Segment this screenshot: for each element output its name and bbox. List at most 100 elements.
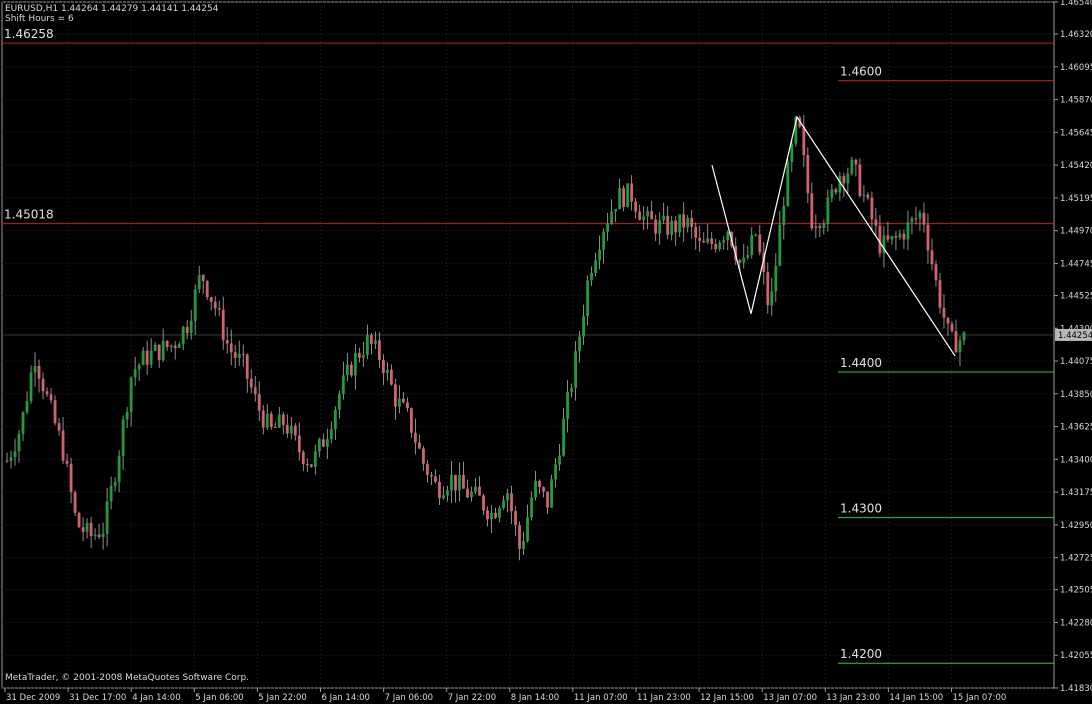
candle-body [594,260,598,273]
x-tick-label: 31 Dec 17:00 [69,693,126,703]
candle-body [177,344,181,348]
candle-body [73,492,77,513]
candle-body [438,481,441,499]
y-tick-label: 1.46320 [1060,30,1092,40]
candle-body [145,350,149,365]
candle-body [530,497,533,518]
x-tick-label: 4 Jan 14:00 [132,693,180,703]
candle-body [341,375,345,395]
candle-body [446,490,449,496]
candle-body [313,451,317,467]
candle-body [658,220,662,234]
candle-body [213,301,217,309]
candle-body [426,463,429,475]
candle-body [77,512,81,528]
candle-body [786,162,790,206]
candle-body [357,352,361,358]
price-line-label: 1.4300 [840,502,882,516]
x-tick-label: 5 Jan 06:00 [195,693,243,703]
candle-body [522,540,525,549]
candle-body [518,525,521,549]
y-tick-label: 1.41830 [1060,684,1092,694]
candle-body [490,512,493,520]
candle-body [373,340,377,345]
candle-body [622,188,626,208]
y-tick-label: 1.44970 [1060,227,1092,237]
x-tick-label: 11 Jan 07:00 [574,693,628,703]
x-tick-label: 31 Dec 2009 [6,693,60,703]
candle-body [293,425,297,436]
candle-body [874,219,878,226]
candle-body [950,323,954,332]
candle-body [305,464,309,466]
candle-body [678,214,682,233]
candle-body [398,398,401,407]
candle-body [89,522,93,537]
candle-body [17,433,21,452]
candle-body [430,474,433,477]
candle-body [442,495,445,499]
candle-body [165,340,169,348]
price-line-label: 1.4200 [840,647,882,661]
candle-body [702,240,706,243]
candle-body [365,334,369,356]
candle-body [93,534,97,537]
candle-body [209,297,213,302]
candle-body [546,491,549,508]
y-tick-label: 1.43625 [1060,423,1092,433]
candle-body [930,250,934,265]
x-tick-label: 8 Jan 14:00 [511,693,559,703]
candle-body [782,205,786,226]
candle-body [742,257,746,263]
candle-body [189,321,193,334]
y-tick-label: 1.44525 [1060,291,1092,301]
candle-body [718,242,722,250]
candle-body [706,238,710,243]
candle-body [634,201,638,212]
copyright-label: MetaTrader, © 2001-2008 MetaQuotes Softw… [5,673,250,683]
candle-body [774,265,778,292]
candle-body [173,345,177,348]
candle-body [910,218,914,223]
candle-body [866,194,870,198]
candlestick-series [5,114,966,561]
candle-body [125,412,129,420]
candle-body [938,280,942,308]
candle-body [686,217,690,228]
candle-body [25,401,29,413]
candle-body [562,418,565,456]
candle-body [69,463,73,493]
candle-body [37,365,41,379]
candle-body [886,235,890,240]
candle-body [618,188,622,210]
candle-body [458,474,461,491]
y-tick-label: 1.44075 [1060,357,1092,367]
candle-body [630,183,634,202]
candle-body [610,211,614,224]
candle-body [29,372,33,402]
candle-body [922,212,926,225]
x-tick-label: 7 Jan 06:00 [385,693,433,703]
candle-body [822,223,826,228]
candle-body [898,233,902,238]
candle-body [261,410,265,428]
y-tick-label: 1.43175 [1060,488,1092,498]
candle-body [958,340,962,353]
candle-body [137,364,141,370]
candle-body [57,423,61,431]
candle-body [317,439,321,452]
y-tick-label: 1.43850 [1060,390,1092,400]
candle-body [41,378,45,392]
candle-body [101,533,105,538]
candle-body [285,424,289,434]
candle-body [85,522,89,532]
candle-body [870,197,874,220]
candle-body [221,309,225,341]
price-chart[interactable]: 1.46258 1.45018 1.4600 1.4400 1.4300 1.4200 1… [0,0,1092,704]
candle-body [281,414,285,425]
candle-body [321,439,325,447]
y-tick-label: 1.44745 [1060,259,1092,269]
candle-body [329,429,333,440]
shift-hours-label: Shift Hours = 6 [5,14,74,24]
candle-body [253,387,257,395]
